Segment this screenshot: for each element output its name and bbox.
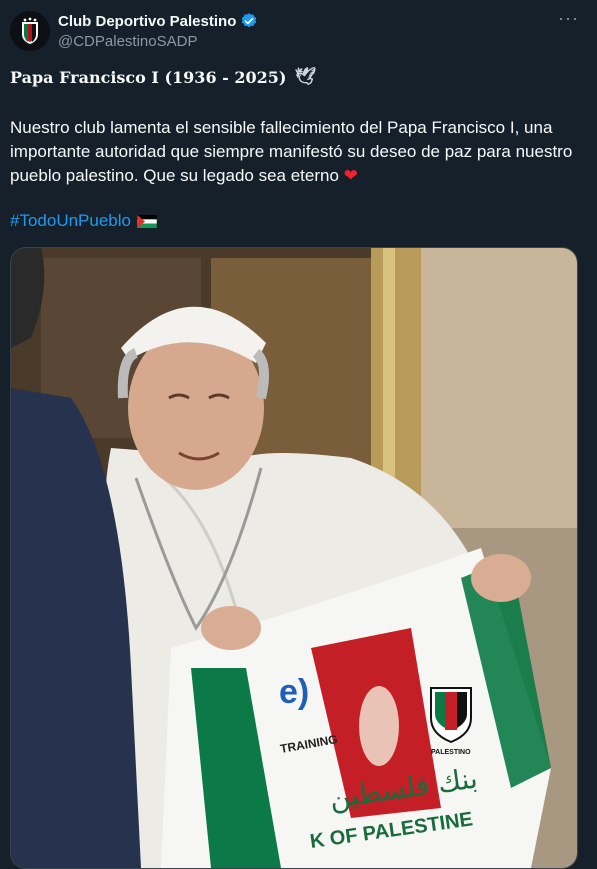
hashtag-text: #TodoUnPueblo xyxy=(10,211,131,230)
heart-icon: ❤ xyxy=(343,166,358,185)
hashtag-link[interactable]: #TodoUnPueblo xyxy=(10,211,157,231)
jersey-sponsor-logo: e) xyxy=(279,673,309,711)
club-crest-icon xyxy=(10,11,50,51)
post-image[interactable]: e) TRAINING PALESTINO بنك فلسطين K OF PA… xyxy=(10,247,578,869)
jersey-crest-text: PALESTINO xyxy=(431,749,471,756)
palestine-flag-icon xyxy=(137,214,157,228)
photo: e) TRAINING PALESTINO بنك فلسطين K OF PA… xyxy=(11,248,577,868)
dove-icon: 🕊 xyxy=(294,67,317,87)
tweet: Club Deportivo Palestino @CDPalestinoSAD… xyxy=(0,0,597,869)
post-title: Papa Francisco I (1936 - 2025) 🕊 xyxy=(10,67,316,87)
avatar[interactable] xyxy=(10,11,50,51)
verified-badge-icon xyxy=(242,13,257,28)
post-title-text: Papa Francisco I (1936 - 2025) xyxy=(10,67,287,87)
author-handle[interactable]: @CDPalestinoSADP xyxy=(58,33,197,50)
author-name[interactable]: Club Deportivo Palestino xyxy=(58,12,258,30)
author-name-text: Club Deportivo Palestino xyxy=(58,12,237,30)
post-body-text: Nuestro club lamenta el sensible falleci… xyxy=(10,118,573,185)
post-body: Nuestro club lamenta el sensible falleci… xyxy=(10,116,580,188)
more-options-button[interactable]: ··· xyxy=(558,8,579,28)
